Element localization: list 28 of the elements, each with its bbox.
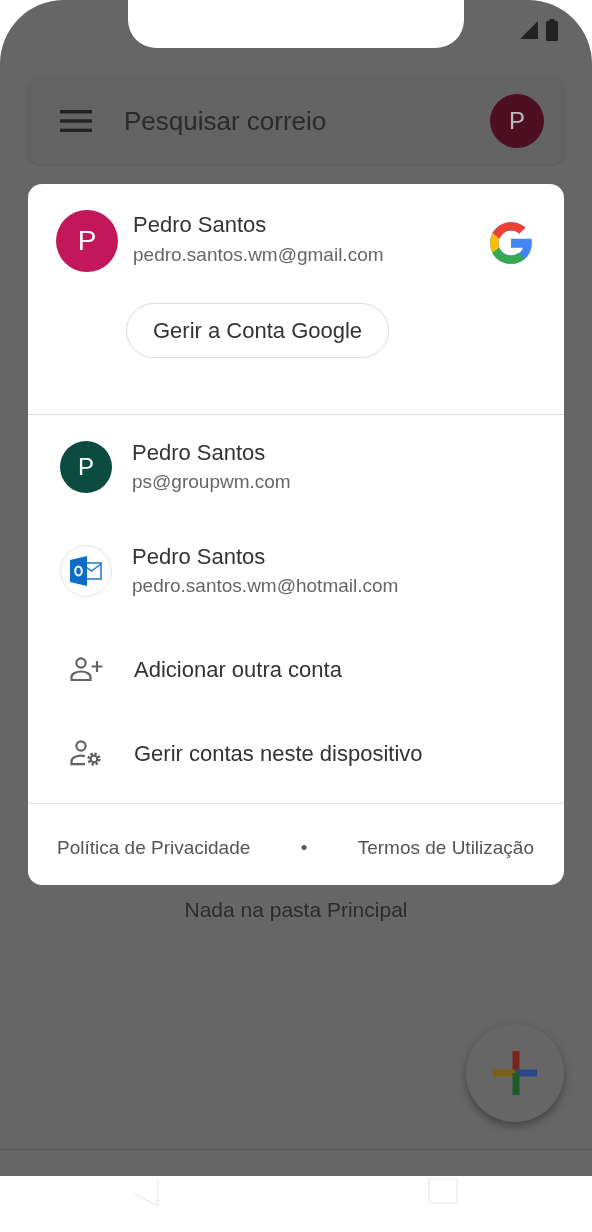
account-name: Pedro Santos bbox=[133, 212, 268, 239]
account-email: pedro.santos.wm@gmail.com bbox=[133, 244, 385, 268]
manage-account-button[interactable]: Gerir a Conta Google bbox=[126, 303, 390, 358]
account-name: Pedro Santos bbox=[132, 544, 267, 571]
privacy-link[interactable]: Política de Privacidade bbox=[57, 834, 251, 863]
signal-icon bbox=[520, 21, 538, 39]
compose-button[interactable] bbox=[466, 1024, 564, 1122]
plus-icon bbox=[493, 1051, 537, 1095]
account-email: ps@groupwm.com bbox=[132, 471, 291, 495]
search-placeholder: Pesquisar correio bbox=[124, 104, 328, 138]
account-avatar: P bbox=[56, 210, 118, 272]
account-name: Pedro Santos bbox=[132, 440, 267, 467]
account-avatar: P bbox=[60, 441, 112, 493]
action-label: Adicionar outra conta bbox=[134, 655, 342, 684]
account-action[interactable]: Gerir contas neste dispositivo bbox=[28, 711, 564, 795]
menu-icon[interactable] bbox=[60, 110, 92, 132]
account-email: pedro.santos.wm@hotmail.com bbox=[132, 575, 399, 599]
add-person-icon bbox=[70, 657, 104, 681]
account-avatar[interactable]: P bbox=[490, 94, 544, 148]
action-label: Gerir contas neste dispositivo bbox=[134, 739, 423, 768]
account-item[interactable]: P Pedro Santos ps@groupwm.com bbox=[28, 441, 564, 545]
search-bar[interactable]: Pesquisar correio P bbox=[28, 78, 564, 164]
person-gear-icon bbox=[70, 740, 102, 766]
empty-message: Nada na pasta Principal bbox=[183, 897, 409, 923]
terms-link[interactable]: Termos de Utilização bbox=[357, 834, 534, 863]
separator-dot: • bbox=[300, 836, 308, 860]
battery-icon bbox=[546, 19, 558, 41]
mail-logo-icon bbox=[70, 556, 102, 586]
